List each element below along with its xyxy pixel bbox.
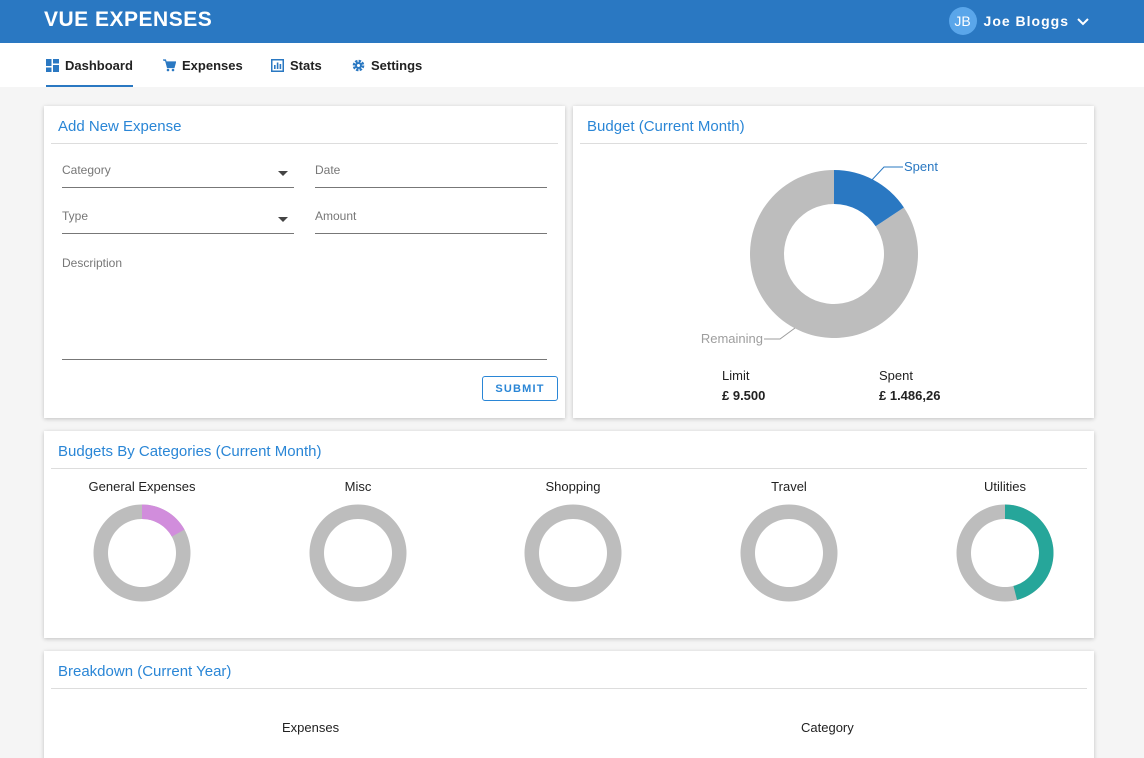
donut-track [524, 504, 622, 602]
submit-button[interactable]: SUBMIT [482, 376, 558, 401]
limit-value: £ 9.500 [722, 388, 766, 403]
user-name: Joe Bloggs [983, 13, 1069, 29]
divider [51, 468, 1087, 469]
description-label: Description [62, 256, 123, 270]
donut-track [309, 504, 407, 602]
spent-stat-label: Spent [879, 368, 913, 383]
tab-expenses[interactable]: Expenses [163, 43, 243, 87]
tab-label: Settings [371, 57, 423, 73]
remaining-leader-line [764, 327, 796, 340]
card-title: Add New Expense [58, 118, 182, 135]
budget-card: Budget (Current Month) Spent Remaining L… [573, 106, 1094, 418]
category-donut [740, 504, 838, 602]
description-field[interactable]: Description [62, 256, 547, 360]
breakdown-card: Breakdown (Current Year) Expenses Catego… [44, 651, 1094, 758]
donut-spent-slice [142, 504, 185, 537]
tab-label: Stats [290, 57, 322, 73]
top-app-bar: VUE EXPENSES JB Joe Bloggs [0, 0, 1144, 43]
card-title: Breakdown (Current Year) [58, 663, 232, 680]
date-field[interactable]: Date [315, 163, 547, 188]
categories-card: Budgets By Categories (Current Month) Ge… [44, 431, 1094, 638]
category-donut [93, 504, 191, 602]
date-label: Date [315, 163, 341, 177]
cart-icon [163, 58, 176, 71]
category-name: General Expenses [88, 479, 196, 494]
donut-track [740, 504, 838, 602]
category-donut [309, 504, 407, 602]
tab-dashboard[interactable]: Dashboard [46, 43, 133, 87]
budget-donut-chart: Spent Remaining [701, 159, 939, 346]
nav-tabs: Dashboard Expenses Stats Settings [0, 43, 1144, 87]
category-name: Utilities [984, 479, 1026, 494]
category-donut [956, 504, 1054, 602]
spent-chart-label: Spent [904, 159, 938, 174]
dashboard-icon [46, 58, 59, 72]
gear-icon [352, 59, 365, 71]
tab-stats[interactable]: Stats [271, 43, 322, 87]
column-header-expenses[interactable]: Expenses [282, 720, 339, 735]
chevron-down-icon [1077, 18, 1089, 26]
spent-value: £ 1.486,26 [879, 388, 941, 403]
column-header-category[interactable]: Category [801, 720, 854, 735]
app-title: VUE EXPENSES [44, 8, 213, 31]
card-title: Budgets By Categories (Current Month) [58, 443, 322, 460]
divider [51, 688, 1087, 689]
category-name: Travel [771, 479, 807, 494]
chart-icon [271, 58, 284, 72]
limit-label: Limit [722, 368, 750, 383]
category-label: Category [62, 163, 111, 177]
amount-field[interactable]: Amount [315, 209, 547, 234]
user-menu[interactable]: JB Joe Bloggs [948, 7, 1090, 35]
category-donut [524, 504, 622, 602]
caret-down-icon [278, 171, 288, 176]
type-label: Type [62, 209, 89, 223]
category-name: Misc [344, 479, 372, 494]
category-select[interactable]: Category [62, 163, 294, 188]
tab-settings[interactable]: Settings [352, 43, 422, 87]
add-expense-card: Add New Expense Category Date Type Amoun… [44, 106, 565, 418]
donut-spent-slice [1005, 504, 1054, 600]
spent-leader-line [869, 166, 903, 183]
tab-label: Dashboard [65, 57, 133, 73]
category-name: Shopping [545, 479, 601, 494]
tab-label: Expenses [182, 57, 243, 73]
amount-label: Amount [315, 209, 357, 223]
divider [51, 143, 558, 144]
type-select[interactable]: Type [62, 209, 294, 234]
remaining-chart-label: Remaining [701, 331, 763, 346]
caret-down-icon [278, 217, 288, 222]
avatar: JB [948, 7, 977, 35]
